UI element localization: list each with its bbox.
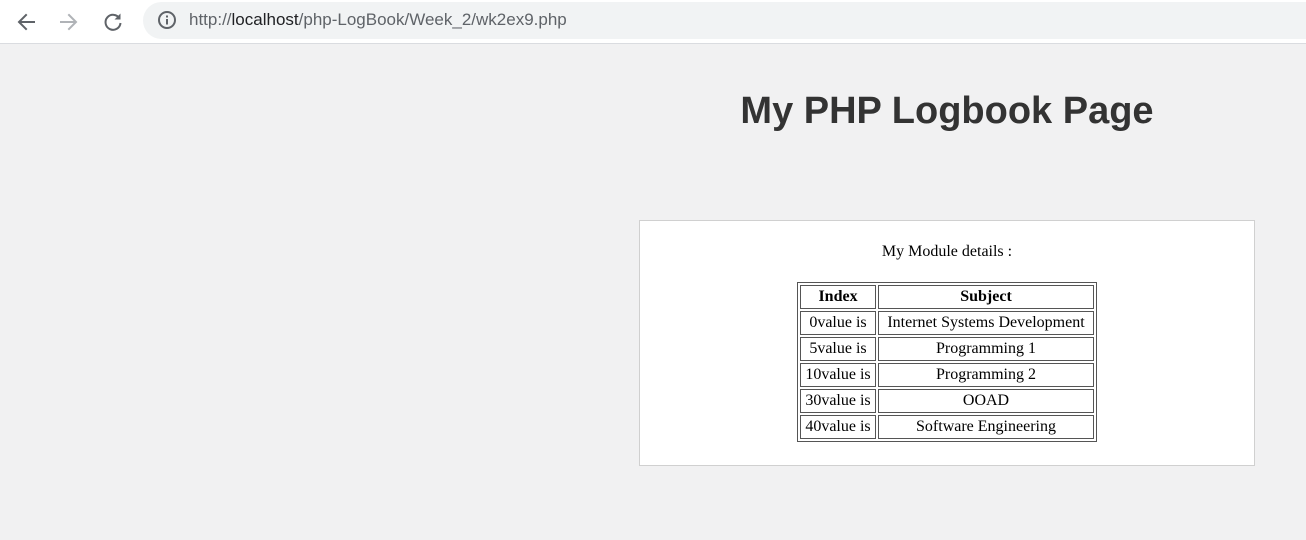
table-row: 30value is OOAD (800, 389, 1094, 413)
table-row: 10value is Programming 2 (800, 363, 1094, 387)
subject-cell: Programming 2 (878, 363, 1094, 387)
url-text[interactable]: http://localhost/php-LogBook/Week_2/wk2e… (189, 10, 567, 30)
reload-button[interactable] (97, 6, 129, 38)
table-row: 40value is Software Engineering (800, 415, 1094, 439)
table-row: 5value is Programming 1 (800, 337, 1094, 361)
index-cell: 0value is (800, 311, 876, 335)
table-header-row: Index Subject (800, 285, 1094, 309)
module-details-panel: My Module details : Index Subject 0value… (639, 220, 1255, 466)
table-row: 0value is Internet Systems Development (800, 311, 1094, 335)
arrow-left-icon (17, 13, 35, 31)
header-subject: Subject (878, 285, 1094, 309)
subject-cell: Programming 1 (878, 337, 1094, 361)
page-title: My PHP Logbook Page (740, 90, 1154, 132)
forward-button[interactable] (53, 6, 85, 38)
address-bar[interactable]: http://localhost/php-LogBook/Week_2/wk2e… (143, 2, 1306, 39)
index-cell: 5value is (800, 337, 876, 361)
browser-toolbar: http://localhost/php-LogBook/Week_2/wk2e… (0, 0, 1306, 44)
info-icon[interactable] (157, 10, 177, 30)
header-index: Index (800, 285, 876, 309)
module-table: Index Subject 0value is Internet Systems… (797, 282, 1097, 442)
url-path: /php-LogBook/Week_2/wk2ex9.php (298, 10, 567, 29)
url-prefix: http:// (189, 10, 232, 29)
reload-icon (104, 13, 122, 31)
module-caption: My Module details : (881, 243, 1013, 260)
arrow-right-icon (60, 13, 78, 31)
subject-cell: Software Engineering (878, 415, 1094, 439)
index-cell: 10value is (800, 363, 876, 387)
subject-cell: OOAD (878, 389, 1094, 413)
url-host: localhost (231, 10, 299, 29)
index-cell: 30value is (800, 389, 876, 413)
subject-cell: Internet Systems Development (878, 311, 1094, 335)
page-content: My PHP Logbook Page My Module details : … (0, 45, 1306, 540)
back-button[interactable] (10, 6, 42, 38)
index-cell: 40value is (800, 415, 876, 439)
